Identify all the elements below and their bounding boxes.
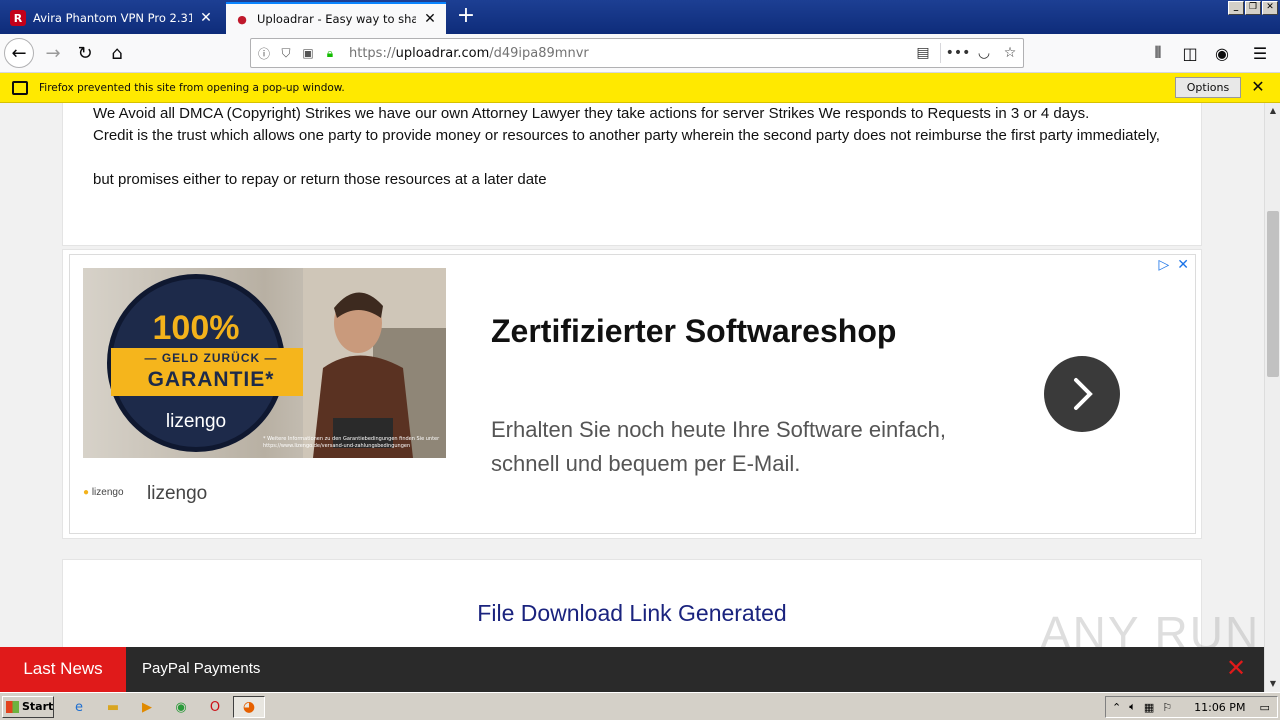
close-news-icon[interactable]: ✕ bbox=[1224, 655, 1248, 681]
url-text[interactable]: https://uploadrar.com/d49ipa89mnvr bbox=[349, 46, 910, 61]
advertiser-logo-text: lizengo bbox=[91, 487, 124, 498]
url-scheme: https:// bbox=[349, 45, 396, 61]
window-controls: _ ❐ ✕ bbox=[1228, 1, 1278, 15]
start-label: Start bbox=[22, 700, 54, 713]
paragraph: We Avoid all DMCA (Copyright) Strikes we… bbox=[93, 105, 1090, 122]
ad-body-text: Erhalten Sie noch heute Ihre Software ei… bbox=[491, 417, 946, 476]
network-icon[interactable]: ▦ bbox=[1144, 701, 1154, 714]
new-tab-button[interactable]: + bbox=[454, 4, 478, 30]
ad-close-icon[interactable]: ✕ bbox=[1177, 257, 1189, 273]
tab-strip: R Avira Phantom VPN Pro 2.31.6.20 ✕ ● Up… bbox=[0, 0, 1280, 34]
chrome-icon[interactable]: ◉ bbox=[172, 698, 190, 716]
popup-window-icon bbox=[12, 80, 28, 95]
scroll-down-arrow[interactable]: ▼ bbox=[1265, 676, 1280, 692]
start-button[interactable]: Start bbox=[2, 696, 54, 718]
person-photo bbox=[303, 268, 446, 458]
scroll-thumb[interactable] bbox=[1267, 211, 1279, 377]
volume-icon[interactable]: 🔈︎ bbox=[1129, 700, 1136, 714]
news-item[interactable]: PayPal Payments bbox=[142, 660, 260, 677]
ad-fineprint: * Weitere Informationen zu den Garantieb… bbox=[263, 436, 440, 449]
page-actions-icon[interactable]: ••• bbox=[945, 40, 971, 66]
clock: 11:06 PM bbox=[1194, 700, 1246, 714]
taskbar-firefox-button[interactable]: ◕ bbox=[233, 696, 265, 718]
tray-expand-icon[interactable]: ⌃ bbox=[1112, 701, 1121, 714]
account-icon[interactable]: ◉ bbox=[1207, 38, 1237, 68]
badge-line2: GARANTIE* bbox=[147, 368, 275, 391]
tab-avira[interactable]: R Avira Phantom VPN Pro 2.31.6.20 ✕ bbox=[2, 2, 222, 34]
url-domain: uploadrar.com bbox=[395, 45, 490, 61]
page-viewport: We Avoid all DMCA (Copyright) Strikes we… bbox=[0, 103, 1264, 692]
badge-line1: — GELD ZURÜCK — bbox=[144, 351, 278, 365]
close-tab-icon[interactable]: ✕ bbox=[198, 10, 214, 26]
windows-taskbar: Start e ▬ ▶ ◉ O ◕ ⌃ 🔈︎ ▦ ⚐ 11:06 PM ▭ bbox=[0, 692, 1280, 720]
back-button[interactable]: ← bbox=[4, 38, 34, 68]
popup-blocked-notification: Firefox prevented this site from opening… bbox=[0, 73, 1280, 103]
tracking-shield-icon[interactable]: ⛉ bbox=[277, 44, 295, 62]
scroll-up-arrow[interactable]: ▲ bbox=[1265, 103, 1280, 119]
ad-next-button[interactable] bbox=[1044, 356, 1120, 432]
info-icon[interactable]: ⓘ bbox=[255, 44, 273, 62]
close-notification-icon[interactable]: ✕ bbox=[1249, 78, 1267, 96]
lock-icon[interactable]: 🔒︎ bbox=[321, 44, 339, 62]
ad-choices: ▷ ✕ bbox=[1158, 257, 1189, 273]
notification-message: Firefox prevented this site from opening… bbox=[39, 81, 345, 94]
restore-button[interactable]: ❐ bbox=[1245, 1, 1261, 15]
internet-explorer-icon[interactable]: e bbox=[70, 698, 88, 716]
flag-icon[interactable]: ⚐ bbox=[1162, 701, 1172, 714]
tab-title: Uploadrar - Easy way to share yo bbox=[257, 12, 416, 26]
windows-logo-icon bbox=[6, 701, 19, 713]
tab-uploadrar[interactable]: ● Uploadrar - Easy way to share yo ✕ bbox=[226, 2, 446, 34]
bookmark-star-icon[interactable]: ☆ bbox=[997, 40, 1023, 66]
home-button[interactable]: ⌂ bbox=[102, 38, 132, 68]
url-separator bbox=[940, 43, 941, 63]
avira-icon: R bbox=[10, 10, 26, 26]
sidebar-icon[interactable]: ◫ bbox=[1175, 38, 1205, 68]
ad-choices-icon[interactable]: ▷ bbox=[1158, 257, 1169, 273]
news-ticker: Last News PayPal Payments ✕ bbox=[0, 647, 1264, 692]
uploadrar-icon: ● bbox=[237, 12, 247, 26]
forward-button[interactable]: → bbox=[38, 38, 68, 68]
reload-button[interactable]: ↻ bbox=[70, 38, 100, 68]
ad-banner[interactable]: ▷ ✕ 100% lizengo — GELD ZURÜCK — GARANTI… bbox=[69, 254, 1196, 534]
badge-brand: lizengo bbox=[165, 411, 227, 432]
popup-blocked-icon[interactable]: ▣ bbox=[299, 44, 317, 62]
advertiser-logo: ● lizengo bbox=[83, 487, 124, 498]
ad-headline[interactable]: Zertifizierter Softwareshop bbox=[491, 313, 896, 350]
opera-icon[interactable]: O bbox=[206, 698, 224, 716]
paragraph: Credit is the trust which allows one par… bbox=[93, 127, 1160, 144]
navigation-toolbar: ← → ↻ ⌂ ⓘ ⛉ ▣ 🔒︎ https://uploadrar.com/d… bbox=[0, 34, 1280, 73]
show-desktop-icon[interactable]: ▭ bbox=[1259, 701, 1269, 714]
tab-title: Avira Phantom VPN Pro 2.31.6.20 bbox=[33, 11, 192, 25]
folder-icon[interactable]: ▬ bbox=[104, 698, 122, 716]
info-card: We Avoid all DMCA (Copyright) Strikes we… bbox=[62, 103, 1202, 246]
url-bar[interactable]: ⓘ ⛉ ▣ 🔒︎ https://uploadrar.com/d49ipa89m… bbox=[250, 38, 1024, 68]
hamburger-menu-icon[interactable]: ☰ bbox=[1245, 38, 1275, 68]
firefox-icon: ◕ bbox=[242, 699, 256, 715]
paragraph: but promises either to repay or return t… bbox=[93, 171, 547, 188]
badge-ribbon: — GELD ZURÜCK — GARANTIE* bbox=[111, 348, 311, 396]
download-title: File Download Link Generated bbox=[477, 600, 787, 626]
media-player-icon[interactable]: ▶ bbox=[138, 698, 156, 716]
pocket-icon[interactable]: ◡ bbox=[971, 40, 997, 66]
close-tab-icon[interactable]: ✕ bbox=[422, 11, 438, 27]
page-scrollbar[interactable]: ▲ ▼ bbox=[1264, 103, 1280, 692]
chevron-right-icon bbox=[1074, 378, 1093, 410]
advertisement-card: ▷ ✕ 100% lizengo — GELD ZURÜCK — GARANTI… bbox=[62, 249, 1202, 539]
close-window-button[interactable]: ✕ bbox=[1262, 1, 1278, 15]
options-button[interactable]: Options bbox=[1175, 77, 1241, 98]
ad-image[interactable]: 100% lizengo — GELD ZURÜCK — GARANTIE* *… bbox=[83, 268, 446, 458]
badge-percent: 100% bbox=[152, 309, 240, 347]
reader-view-icon[interactable]: ▤ bbox=[910, 40, 936, 66]
minimize-button[interactable]: _ bbox=[1228, 1, 1244, 15]
news-label: Last News bbox=[0, 647, 126, 692]
library-icon[interactable]: ⫴ bbox=[1143, 38, 1173, 68]
system-tray: ⌃ 🔈︎ ▦ ⚐ 11:06 PM ▭ bbox=[1105, 696, 1278, 718]
url-path: /d49ipa89mnvr bbox=[489, 45, 589, 61]
advertiser-name[interactable]: lizengo bbox=[147, 483, 207, 505]
